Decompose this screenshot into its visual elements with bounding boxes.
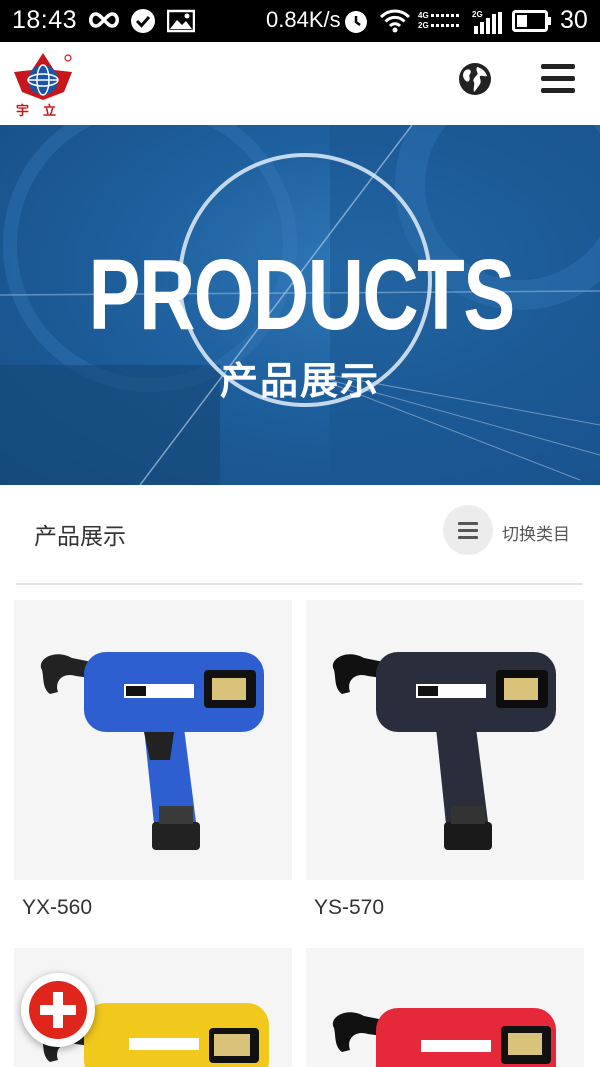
divider [16, 583, 583, 585]
alarm-icon [345, 11, 367, 33]
battery-icon [512, 10, 551, 32]
signal-4g-icon: 4G 2G [418, 10, 464, 32]
product-image[interactable] [306, 948, 584, 1067]
wifi-icon [380, 9, 410, 33]
logo-text: 宇立 [16, 104, 71, 119]
hamburger-menu-icon[interactable] [541, 64, 575, 94]
net-4g-label: 4G [418, 11, 429, 20]
status-bar: 18:43 0.84K/s 4G 2G 2G 30 [0, 0, 600, 42]
status-time: 18:43 [12, 6, 78, 34]
products-banner: PRODUCTS 产品展示 [0, 125, 600, 485]
switch-category-label[interactable]: 切换类目 [502, 520, 570, 545]
product-name[interactable]: YX-560 [14, 896, 292, 920]
rebar-tying-tool-image [332, 1008, 556, 1067]
section-title: 产品展示 [34, 524, 126, 550]
plus-icon [29, 981, 87, 1039]
add-plus-icon[interactable] [21, 973, 95, 1047]
product-image[interactable] [14, 600, 292, 880]
net-2g-label: 2G [418, 21, 429, 30]
network-speed: 0.84K/s [266, 7, 341, 32]
product-card[interactable]: YX-560 [14, 600, 292, 920]
check-circle-icon [131, 9, 155, 33]
banner-title: PRODUCTS [88, 239, 515, 351]
battery-level: 30 [560, 6, 588, 34]
product-name[interactable]: YS-570 [306, 896, 584, 920]
product-card[interactable]: YS-570 [306, 600, 584, 920]
banner-subtitle: 产品展示 [219, 359, 380, 403]
switch-category-button[interactable] [443, 505, 493, 555]
signal-bars-icon: 2G [472, 10, 504, 34]
image-icon [167, 9, 195, 33]
site-header: 宇立 [0, 42, 600, 126]
infinity-icon [89, 12, 119, 28]
globe-icon[interactable] [458, 62, 492, 96]
rebar-tying-tool-image [40, 652, 264, 850]
rebar-tying-tool-image [332, 652, 556, 850]
product-image[interactable] [306, 600, 584, 880]
product-card[interactable] [306, 948, 584, 1067]
